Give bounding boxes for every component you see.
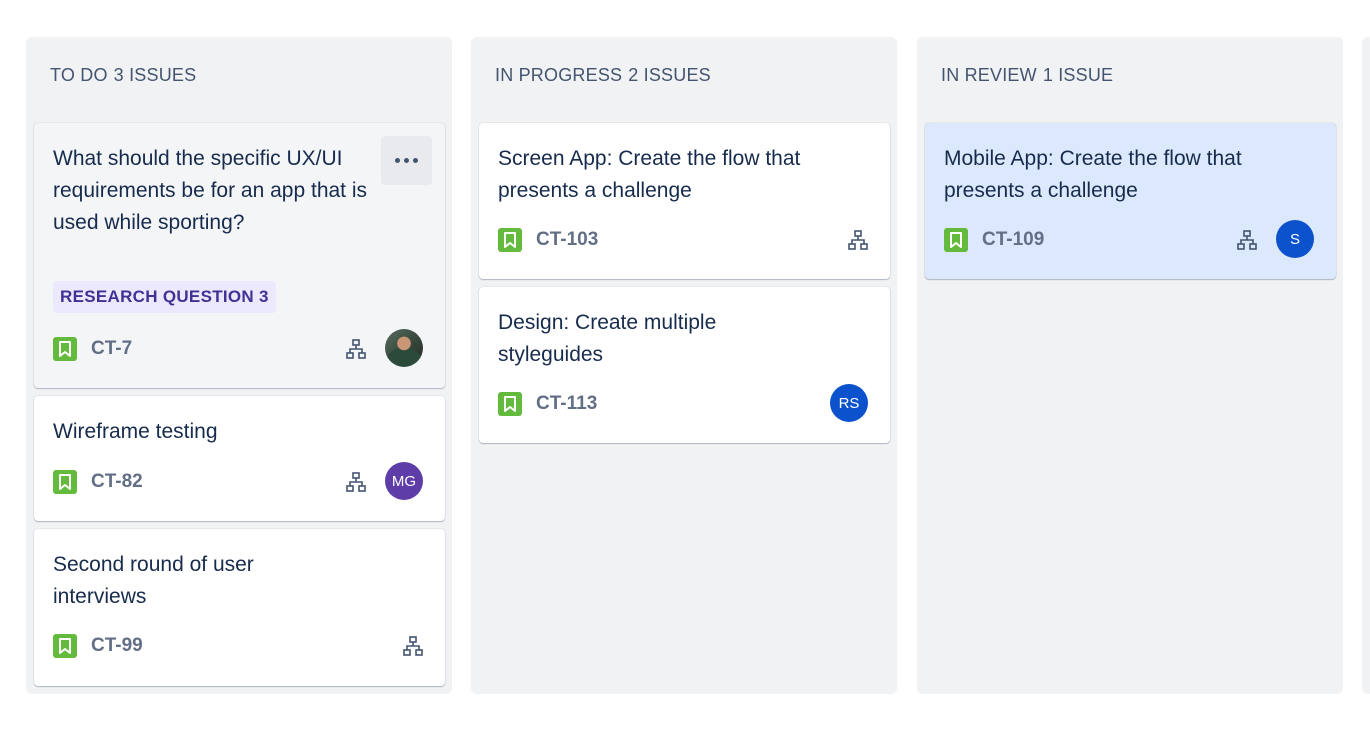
column-title: IN REVIEW (941, 65, 1037, 85)
card-title: Screen App: Create the flow that present… (498, 147, 801, 202)
card-footer: CT-103 (498, 220, 868, 258)
dot-icon (413, 158, 418, 163)
card-footer: CT-109 S (944, 220, 1314, 258)
dot-icon (404, 158, 409, 163)
column-issue-count: 3 ISSUES (113, 65, 197, 85)
issue-card-ct-109[interactable]: Mobile App: Create the flow that present… (925, 123, 1336, 279)
child-issues-icon[interactable] (403, 636, 423, 656)
more-actions-button[interactable] (381, 136, 432, 185)
column-header: IN REVIEW 1 ISSUE (941, 65, 1113, 86)
story-icon (53, 337, 77, 361)
column-issue-count: 1 ISSUE (1042, 65, 1114, 85)
column-todo: TO DO 3 ISSUES What should the specific U… (26, 37, 452, 694)
story-icon (944, 228, 968, 252)
story-icon (498, 228, 522, 252)
card-footer: CT-99 (53, 626, 423, 664)
column-in-review: IN REVIEW 1 ISSUE Mobile App: Create the … (917, 37, 1343, 694)
child-issues-icon[interactable] (346, 472, 366, 492)
card-title: Design: Create multiple styleguides (498, 311, 717, 366)
issue-card-ct-7[interactable]: What should the specific UX/UI requireme… (34, 123, 445, 388)
issue-key[interactable]: CT-109 (982, 228, 1044, 252)
card-footer: CT-7 (53, 329, 423, 367)
assignee-avatar[interactable]: MG (385, 462, 423, 500)
issue-key[interactable]: CT-103 (536, 228, 598, 252)
column-next-partial (1362, 37, 1370, 694)
child-issues-icon[interactable] (848, 230, 868, 250)
assignee-avatar[interactable]: RS (830, 384, 868, 422)
card-title: Mobile App: Create the flow that present… (944, 147, 1242, 202)
card-title: Second round of user interviews (53, 553, 254, 608)
column-header: TO DO 3 ISSUES (50, 65, 196, 86)
label-badge[interactable]: RESEARCH QUESTION 3 (53, 281, 276, 313)
issue-key[interactable]: CT-99 (91, 634, 143, 658)
assignee-avatar[interactable] (385, 329, 423, 367)
column-in-progress: IN PROGRESS 2 ISSUES Screen App: Create t… (471, 37, 897, 694)
story-icon (53, 634, 77, 658)
card-title: Wireframe testing (53, 420, 218, 443)
child-issues-icon[interactable] (1237, 230, 1257, 250)
issue-key[interactable]: CT-82 (91, 470, 143, 494)
assignee-avatar[interactable]: S (1276, 220, 1314, 258)
column-header: IN PROGRESS 2 ISSUES (495, 65, 711, 86)
issue-key[interactable]: CT-7 (91, 337, 132, 361)
story-icon (53, 470, 77, 494)
issue-card-ct-99[interactable]: Second round of user interviews CT-99 (34, 529, 445, 686)
issue-card-ct-82[interactable]: Wireframe testing CT-82 MG (34, 396, 445, 521)
issue-card-ct-113[interactable]: Design: Create multiple styleguides CT-1… (479, 287, 890, 443)
issue-card-ct-103[interactable]: Screen App: Create the flow that present… (479, 123, 890, 279)
child-issues-icon[interactable] (346, 339, 366, 359)
card-title: What should the specific UX/UI requireme… (53, 147, 368, 234)
column-title: TO DO (50, 65, 108, 85)
card-footer: CT-82 MG (53, 462, 423, 500)
card-footer: CT-113 RS (498, 384, 868, 422)
kanban-board: TO DO 3 ISSUES What should the specific U… (0, 0, 1370, 736)
column-title: IN PROGRESS (495, 65, 623, 85)
issue-key[interactable]: CT-113 (536, 392, 597, 416)
story-icon (498, 392, 522, 416)
column-issue-count: 2 ISSUES (628, 65, 711, 85)
dot-icon (395, 158, 400, 163)
